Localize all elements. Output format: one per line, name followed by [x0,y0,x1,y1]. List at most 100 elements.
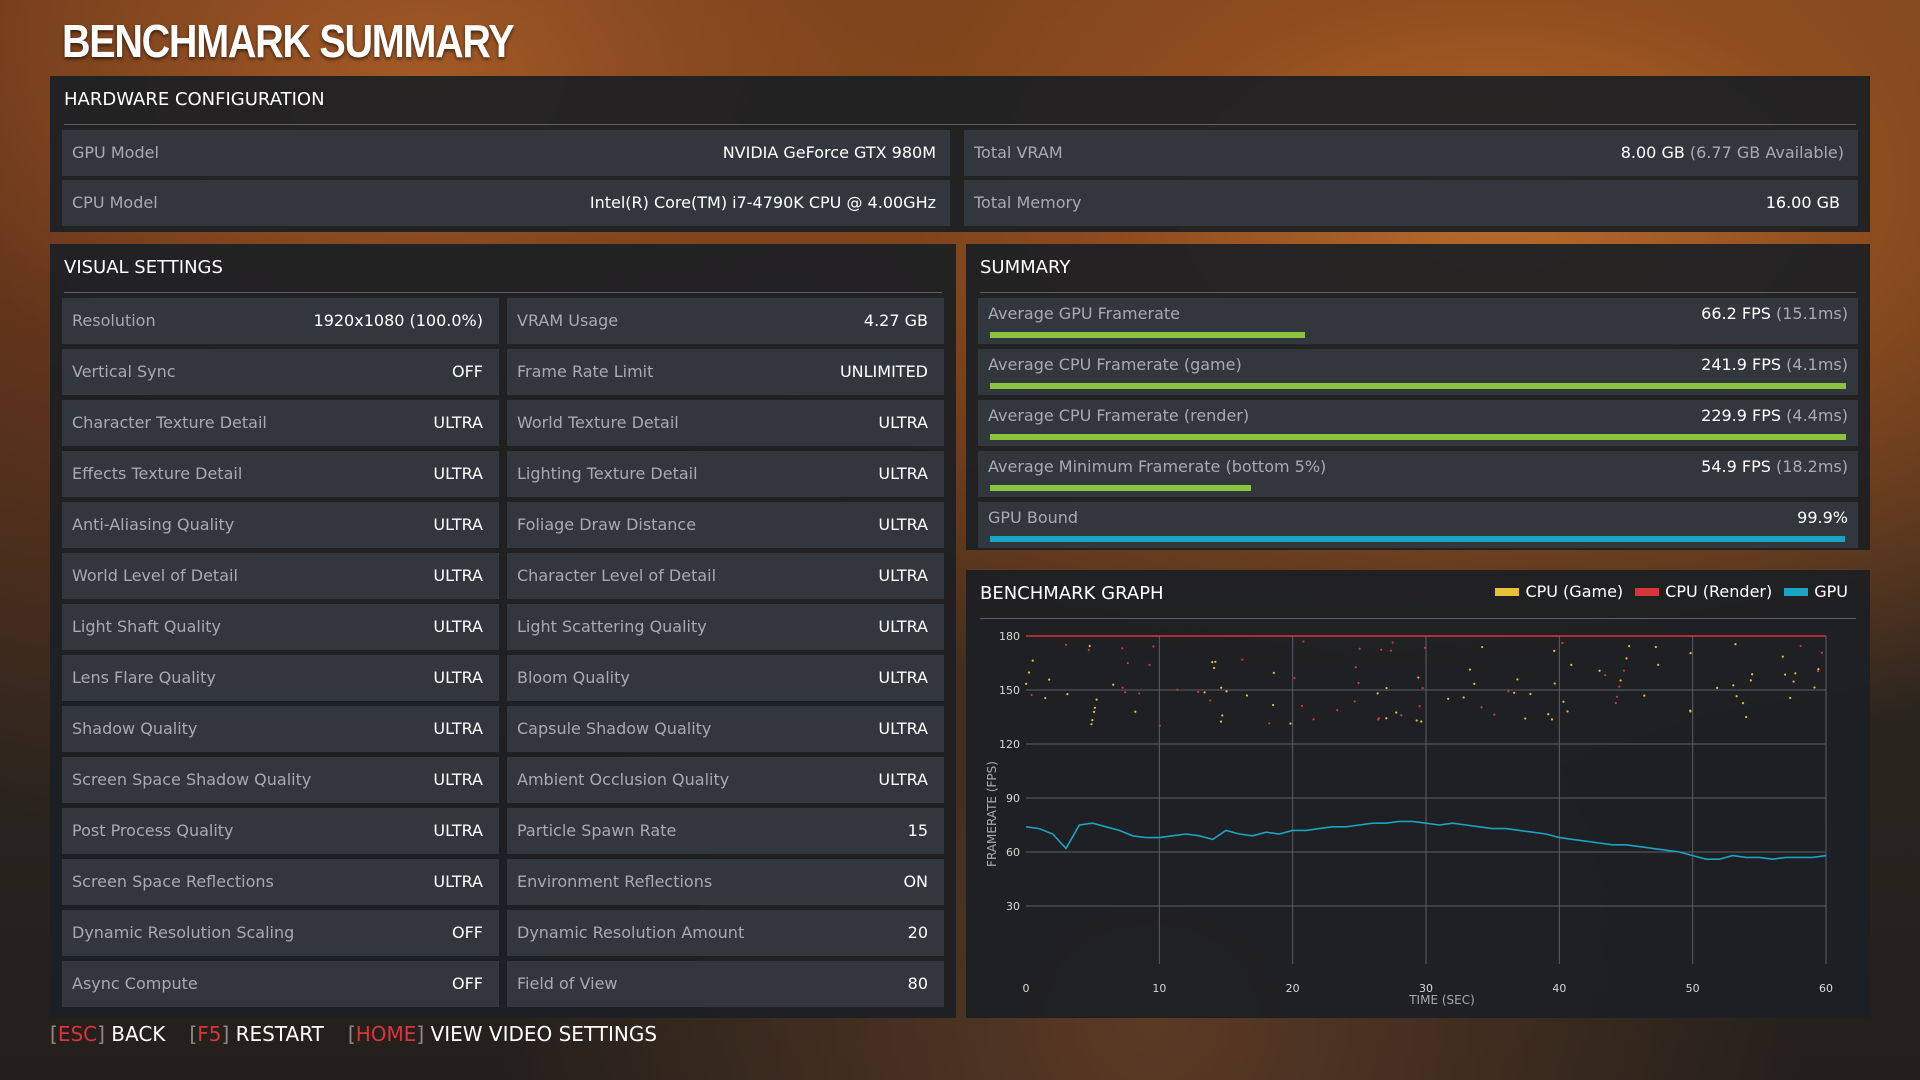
setting-value: ULTRA [878,566,928,585]
cpu-sample-dot [1121,686,1124,689]
cpu-sample-dot [1377,718,1380,721]
setting-post-process-quality: Post Process Quality ULTRA [62,808,499,854]
cpu-sample-dot [1622,669,1626,672]
setting-label: Effects Texture Detail [72,464,243,483]
framerate-chart: 306090120150180 0 10 20 30 40 50 60 TIME (SEC)… [985,630,1833,1007]
x-axis-label: TIME (SEC) [1408,993,1475,1007]
cpu-sample-dot [1245,694,1248,697]
hw-row-total-vram: Total VRAM 8.00 GB (6.77 GB Available) [964,130,1858,176]
cpu-sample-dot [1751,673,1754,676]
cpu-sample-dot [1799,644,1802,648]
setting-label: Bloom Quality [517,668,630,687]
cpu-sample-dot [1385,717,1388,720]
setting-value: ULTRA [878,617,928,636]
x-tick-label: 60 [1819,982,1833,995]
cpu-sample-dot [1813,686,1816,689]
cpu-sample-dot [1794,672,1797,675]
cpu-sample-dot [1529,692,1532,696]
cpu-sample-dot [1689,652,1692,655]
setting-label: Character Texture Detail [72,413,267,432]
setting-label: Anti-Aliasing Quality [72,515,235,534]
restart-button[interactable]: [F5] RESTART [189,1022,323,1046]
cpu-sample-dot [1493,713,1496,716]
setting-value: UNLIMITED [839,362,928,381]
cpu-sample-dot [1618,685,1621,688]
setting-world-level-of-detail: World Level of Detail ULTRA [62,553,499,599]
summary-row-average-cpu-framerate-render: Average CPU Framerate (render) 229.9 FPS … [978,400,1858,446]
cpu-sample-dot [1088,644,1091,648]
cpu-sample-dot [1389,649,1393,652]
cpu-sample-dot [1657,663,1660,666]
setting-value: ULTRA [878,719,928,738]
setting-label: Light Shaft Quality [72,617,221,636]
setting-value: ULTRA [433,719,483,738]
cpu-sample-dot [1473,682,1476,686]
cpu-sample-dot [1241,658,1244,661]
setting-label: World Texture Detail [517,413,679,432]
cpu-sample-dot [1732,684,1735,687]
cpu-sample-dot [1272,671,1275,674]
cpu-sample-dot [1336,709,1339,712]
cpu-sample-dot [1689,709,1692,712]
benchmark-graph-panel: BENCHMARK GRAPH CPU (Game) CPU (Render) … [966,570,1870,1018]
summary-label: Average Minimum Framerate (bottom 5%) [988,457,1327,476]
summary-bar [990,434,1846,440]
y-tick-label: 150 [999,684,1020,697]
y-tick-label: 120 [999,738,1020,751]
setting-label: Capsule Shadow Quality [517,719,712,738]
hw-label: Total Memory [974,193,1082,212]
back-button[interactable]: [ESC] BACK [50,1022,165,1046]
setting-light-shaft-quality: Light Shaft Quality ULTRA [62,604,499,650]
cpu-sample-dot [1749,679,1752,682]
cpu-sample-dot [1091,718,1094,722]
view-video-settings-button[interactable]: [HOME] VIEW VIDEO SETTINGS [348,1022,657,1046]
setting-label: Screen Space Shadow Quality [72,770,312,789]
setting-label: Vertical Sync [72,362,176,381]
setting-world-texture-detail: World Texture Detail ULTRA [507,400,944,446]
cpu-sample-dot [1126,661,1129,665]
x-tick-label: 50 [1686,982,1700,995]
setting-value: ULTRA [433,770,483,789]
cpu-sample-dot [1221,714,1224,717]
setting-bloom-quality: Bloom Quality ULTRA [507,655,944,701]
cpu-sample-dot [1415,719,1418,722]
cpu-sample-dot [1030,693,1033,697]
setting-value: ON [903,872,928,891]
hw-row-gpu-model: GPU Model NVIDIA GeForce GTX 980M [62,130,950,176]
setting-label: Light Scattering Quality [517,617,707,636]
summary-header: SUMMARY [980,244,1856,293]
setting-label: Field of View [517,974,618,993]
setting-label: Async Compute [72,974,198,993]
cpu-sample-dot [1420,720,1423,723]
cpu-sample-dot [1524,717,1527,720]
cpu-sample-dot [1562,700,1565,703]
cpu-sample-dot [1735,695,1738,698]
hw-value: 8.00 GB (6.77 GB Available) [1620,143,1844,162]
cpu-sample-dot [1385,686,1388,690]
cpu-sample-dot [1225,690,1228,693]
cpu-sample-dot [1312,718,1315,721]
summary-label: GPU Bound [988,508,1079,527]
setting-label: Lighting Texture Detail [517,464,698,483]
cpu-sample-dot [1816,670,1820,673]
setting-value: OFF [452,974,483,993]
setting-shadow-quality: Shadow Quality ULTRA [62,706,499,752]
cpu-sample-dot [1625,657,1628,660]
cpu-sample-dot [1203,691,1206,694]
setting-label: Lens Flare Quality [72,668,216,687]
cpu-sample-dot [1358,647,1361,650]
setting-value: ULTRA [878,464,928,483]
y-tick-label: 30 [1006,900,1020,913]
setting-vram-usage: VRAM Usage 4.27 GB [507,298,944,344]
cpu-sample-dot [1134,710,1137,713]
setting-label: Shadow Quality [72,719,198,738]
cpu-sample-dot [1614,701,1617,705]
summary-label: Average CPU Framerate (game) [988,355,1242,374]
summary-value: 66.2 FPS (15.1ms) [1701,304,1848,323]
cpu-sample-dot [1220,686,1223,689]
visual-settings-panel: VISUAL SETTINGS Resolution 1920x1080 (100… [50,244,956,1018]
visual-settings-header: VISUAL SETTINGS [64,244,942,293]
hw-value: 16.00 GB [1765,193,1840,212]
setting-label: Screen Space Reflections [72,872,274,891]
summary-bar [990,332,1305,338]
